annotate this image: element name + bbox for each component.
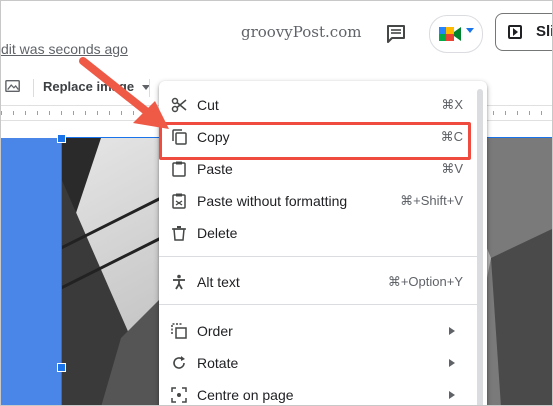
menu-divider <box>159 304 477 305</box>
slide-background <box>1 138 61 405</box>
accessibility-icon <box>173 274 185 290</box>
toolbar-divider <box>149 79 150 97</box>
clipboard-icon <box>172 161 186 177</box>
menu-item-label: Paste without formatting <box>197 193 348 209</box>
meet-icon <box>439 27 461 41</box>
menu-item-alt-text[interactable]: Alt text ⌘+Option+Y <box>159 267 477 297</box>
chevron-down-icon <box>466 28 474 33</box>
image-options-icon[interactable] <box>5 79 21 93</box>
menu-item-shortcut: ⌘V <box>441 161 463 176</box>
menu-item-rotate[interactable]: Rotate <box>159 348 477 378</box>
trash-icon <box>172 226 186 241</box>
menu-item-delete[interactable]: Delete <box>159 218 477 248</box>
submenu-arrow-icon <box>449 359 455 367</box>
play-icon <box>508 25 522 39</box>
slideshow-label: Slic <box>536 23 552 40</box>
order-icon <box>171 323 187 339</box>
comment-button[interactable] <box>385 23 407 45</box>
app-window: dit was seconds ago groovyPost.com Slic <box>0 0 553 406</box>
slideshow-button[interactable]: Slic <box>495 13 552 51</box>
submenu-arrow-icon <box>449 327 455 335</box>
menu-item-label: Rotate <box>197 355 239 371</box>
meet-button[interactable] <box>429 15 483 53</box>
resize-handle[interactable] <box>57 134 66 143</box>
menu-scrollbar[interactable] <box>477 89 483 405</box>
scissors-icon <box>171 97 187 113</box>
menu-item-shortcut: ⌘X <box>441 97 463 112</box>
menu-item-centre-on-page[interactable]: Centre on page <box>159 380 477 405</box>
menu-item-cut[interactable]: Cut ⌘X <box>159 90 477 120</box>
menu-item-label: Centre on page <box>197 387 294 403</box>
resize-handle[interactable] <box>57 363 66 372</box>
last-edit-link[interactable]: dit was seconds ago <box>1 41 128 57</box>
menu-item-label: Alt text <box>197 274 240 290</box>
menu-item-label: Delete <box>197 225 238 241</box>
menu-item-order[interactable]: Order <box>159 316 477 346</box>
watermark: groovyPost.com <box>241 23 362 41</box>
menu-divider <box>159 256 477 257</box>
menu-item-shortcut: ⌘+Option+Y <box>387 274 463 289</box>
clipboard-format-icon <box>172 193 186 209</box>
menu-item-paste-without-formatting[interactable]: Paste without formatting ⌘+Shift+V <box>159 186 477 216</box>
toolbar-divider <box>33 79 34 97</box>
menu-item-paste[interactable]: Paste ⌘V <box>159 154 477 184</box>
center-icon <box>171 387 187 403</box>
context-menu: Cut ⌘X Copy ⌘C Paste ⌘V Paste without fo… <box>159 81 487 405</box>
menu-item-label: Paste <box>197 161 233 177</box>
submenu-arrow-icon <box>449 391 455 399</box>
menu-item-shortcut: ⌘+Shift+V <box>400 193 463 208</box>
menu-item-label: Order <box>197 323 233 339</box>
replace-image-button[interactable]: Replace image <box>43 79 150 94</box>
replace-image-label: Replace image <box>43 79 135 94</box>
menu-item-label: Cut <box>197 97 219 113</box>
rotate-icon <box>173 356 185 369</box>
comment-icon <box>387 25 405 43</box>
